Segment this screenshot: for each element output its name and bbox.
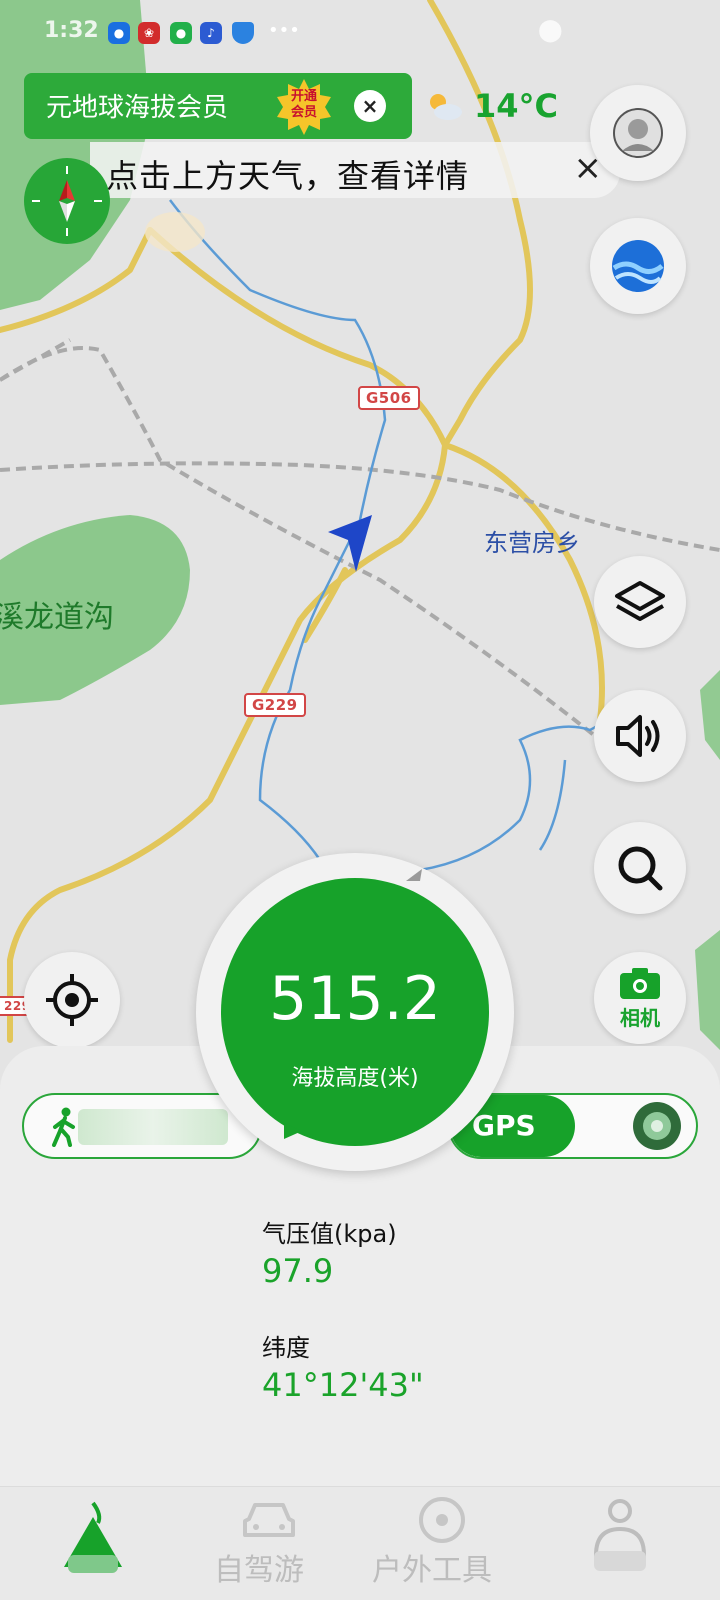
car-icon [243,1503,295,1537]
location-status-icon: ⬤ [538,18,563,43]
nav-label-outdoor-tools: 户外工具 [372,1553,492,1588]
profile-icon [593,1499,647,1571]
nav-label-self-drive: 自驾游 [214,1553,304,1588]
locate-button[interactable] [24,952,120,1048]
weather-temperature: 14°C [474,87,559,125]
tip-bar[interactable]: 点击上方天气，查看详情 × [90,142,620,198]
tip-text: 点击上方天气，查看详情 [106,157,470,195]
member-banner-text: 元地球海拔会员 [46,93,229,123]
partly-cloudy-icon [430,94,462,120]
satellite-icon [633,1102,681,1150]
pressure-value: 97.9 [262,1252,334,1290]
member-badge-text: 开通 会员 [290,89,317,120]
altitude-value: 515.2 [269,964,441,1034]
altitude-dial: 515.2 海拔高度(米) [196,853,514,1171]
search-button[interactable] [594,822,686,914]
compass-button[interactable] [24,158,110,244]
earth-button[interactable] [590,218,686,314]
shield-icon [232,22,254,44]
altitude-label: 海拔高度(米) [291,1066,419,1091]
camera-label: 相机 [620,1005,660,1030]
layers-button[interactable] [594,556,686,648]
dial-play-icon [284,1123,302,1139]
latitude-label: 纬度 [262,1334,310,1362]
compass-icon [32,166,102,236]
nav-item-home[interactable] [48,1487,138,1600]
altitude-circle: 515.2 海拔高度(米) [221,878,489,1146]
banner-close-button[interactable]: × [354,90,386,122]
nav-item-self-drive[interactable]: 自驾游 [214,1487,324,1600]
nav-item-outdoor-tools[interactable]: 户外工具 [372,1487,512,1600]
globe-wave-icon [612,240,664,292]
blurred-ad-banner [78,1109,228,1145]
search-icon [618,846,663,891]
place-label: 东营房乡 [484,529,580,557]
compass-tool-icon [419,1497,465,1543]
speaker-icon [616,715,660,757]
road-badge-g229: G229 [244,693,306,717]
wechat-icon: ● [170,22,192,44]
dial-marker-icon [406,869,422,881]
status-time: 1:32 [44,18,99,43]
sound-button[interactable] [594,690,686,782]
camera-button[interactable]: 相机 [594,952,686,1044]
road-badge-g506: G506 [358,386,420,410]
bottom-navigation: 自驾游 户外工具 [0,1486,720,1600]
locate-target-icon [46,974,98,1026]
walking-person-icon [52,1107,75,1147]
pressure-label: 气压值(kpa) [262,1220,397,1248]
chat-app-icon: ● [108,22,130,44]
more-dots-icon: ••• [268,20,300,41]
music-icon: ♪ [200,22,222,44]
app-icon: ❀ [138,22,160,44]
camera-icon [620,967,660,999]
mountain-home-icon [64,1501,122,1573]
layers-icon [615,581,665,621]
member-badge[interactable]: 开通 会员 [274,77,334,137]
gps-label: GPS [472,1109,536,1142]
avatar-button[interactable] [590,85,686,181]
avatar [613,108,663,158]
status-bar: 1:32 ● ❀ ● ♪ ••• ⬤ [0,0,720,62]
place-label: 溪龙道沟 [0,600,114,635]
nav-item-profile[interactable] [580,1487,660,1600]
gps-toggle[interactable]: GPS [448,1093,698,1159]
member-banner[interactable]: 元地球海拔会员 开通 会员 × [24,73,412,139]
weather-widget[interactable]: 14°C [424,84,558,128]
latitude-value: 41°12'43" [262,1366,424,1404]
